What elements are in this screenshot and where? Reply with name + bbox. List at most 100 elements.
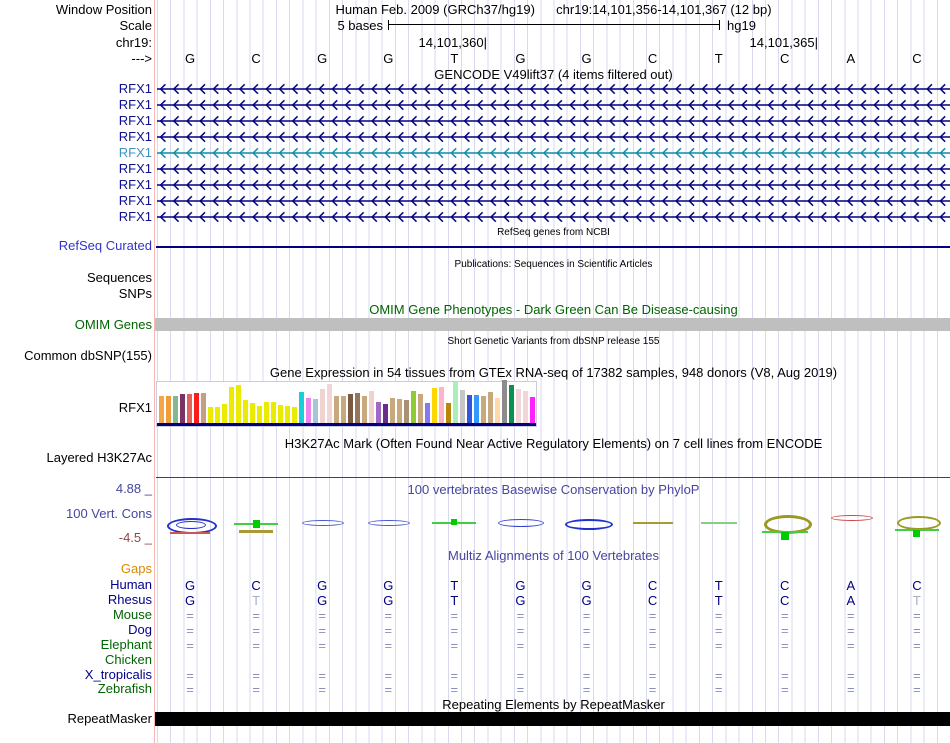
conservation-mark [451,519,458,525]
conservation-mark [252,520,260,528]
transcript-row[interactable] [157,177,950,193]
repeatmasker-label[interactable]: RepeatMasker [0,712,152,726]
base-letter: C [647,51,658,66]
conservation-mark [368,520,411,526]
window-position-label: Window Position [55,2,152,17]
alignment-cell: = [913,608,921,623]
repeatmasker-track-title: Repeating Elements by RepeatMasker [442,697,665,712]
transcript-label[interactable]: RFX1 [0,178,152,192]
refseq-gene-line[interactable] [156,246,950,248]
transcript-label[interactable]: RFX1 [0,130,152,144]
alignment-row[interactable] [157,653,950,668]
alignment-row[interactable]: = = = = = = = = = = = = [157,682,950,697]
transcript-line [157,145,950,161]
species-label[interactable]: Chicken [0,653,152,667]
alignment-cell [553,653,619,668]
alignment-cell: = [780,682,789,697]
alignment-row[interactable]: = = = = = = = = = = = = [157,638,950,653]
alignment-row[interactable]: = = = = = = = = = = = = [157,668,950,683]
species-label[interactable]: Dog [0,623,152,637]
alignment-cell: G [317,578,328,593]
alignment-cell: = [714,668,723,683]
chrom-label: chr19: [115,35,152,50]
gtex-tissue-bar [187,394,192,423]
transcript-label[interactable]: RFX1 [0,82,152,96]
alignment-cell [884,562,950,577]
refseq-curated-label[interactable]: RefSeq Curated [0,239,152,253]
omim-genes-bar[interactable] [155,318,950,331]
gtex-tissue-bar [208,407,213,423]
species-label[interactable]: Zebrafish [0,682,152,696]
alignment-cell: G [515,578,526,593]
gencode-transcripts[interactable]: RFX1 RFX1 RFX1 RFX1 RFX1 RFX1 RFX1 RFX1 RFX1 [0,81,950,227]
omim-genes-label[interactable]: OMIM Genes [0,318,152,332]
gtex-tissue-bar [173,396,178,423]
transcript-row[interactable] [157,145,950,161]
transcript-label[interactable]: RFX1 [0,210,152,224]
alignment-cell [421,653,487,668]
alignment-cell: = [648,668,657,683]
repeatmasker-bar[interactable] [155,712,950,726]
gtex-gene-label[interactable]: RFX1 [0,401,152,415]
transcript-row[interactable] [157,161,950,177]
alignment-row[interactable]: GCGGTGGCTCAC [157,578,950,593]
species-label[interactable]: Human [0,578,152,592]
alignment-cell: A [846,593,856,608]
alignment-cell: = [252,608,260,623]
transcript-row[interactable] [157,113,950,129]
species-label[interactable]: Gaps [0,562,152,576]
gtex-tissue-bar [285,406,290,423]
alignment-cell: = [252,623,260,638]
alignment-cell [686,653,752,668]
transcript-label[interactable]: RFX1 [0,194,152,208]
alignment-cell: = [318,682,326,697]
transcript-row[interactable] [157,129,950,145]
gtex-tissue-bar [495,398,500,423]
gtex-expression-plot[interactable] [156,380,537,427]
gtex-tissue-bar [250,403,255,423]
scale-label: Scale [119,18,152,33]
species-label[interactable]: X_tropicalis [0,668,152,682]
transcript-row[interactable] [157,97,950,113]
phylop-label[interactable]: 100 Vert. Cons [0,507,152,521]
gtex-tissue-bar [383,404,388,423]
alignment-cell: = [252,668,260,683]
species-label[interactable]: Mouse [0,608,152,622]
alignment-cell: = [648,623,657,638]
transcript-label[interactable]: RFX1 [0,114,152,128]
alignment-row[interactable]: = = = = = = = = = = = = [157,623,950,638]
alignment-cell: G [184,578,196,593]
gtex-tissue-bar [257,406,262,423]
alignment-row[interactable]: = = = = = = = = = = = = [157,608,950,623]
alignment-cell: = [648,638,657,653]
alignment-cell [487,562,553,577]
dbsnp-label[interactable]: Common dbSNP(155) [0,349,152,363]
alignment-cell [884,653,950,668]
alignment-cell: C [647,578,658,593]
gtex-tissue-bar [243,400,248,423]
dna-sequence-row[interactable]: GCGGTGGCTCAC [157,52,950,66]
publications-sequences-label[interactable]: Sequences [0,271,152,285]
transcript-row[interactable] [157,81,950,97]
transcript-row[interactable] [157,209,950,225]
assembly-title: Human Feb. 2009 (GRCh37/hg19) [335,2,535,17]
alignment-cell [355,653,421,668]
base-letter: C [251,51,261,66]
transcript-line [157,177,950,193]
species-label[interactable]: Rhesus [0,593,152,607]
alignment-cell: = [186,608,194,623]
transcript-label[interactable]: RFX1 [0,162,152,176]
transcript-label[interactable]: RFX1 [0,98,152,112]
alignment-cell [620,562,686,577]
alignment-row[interactable] [157,562,950,577]
alignment-cell: C [251,578,261,593]
alignment-cell: G [581,578,592,593]
strand-label: ---> [131,51,152,66]
transcript-label[interactable]: RFX1 [0,146,152,160]
publications-snps-label[interactable]: SNPs [0,287,152,301]
species-label[interactable]: Elephant [0,638,152,652]
phylop-conservation-glyphs[interactable] [157,512,950,546]
transcript-row[interactable] [157,193,950,209]
alignment-row[interactable]: GTGGTGGCTCAT [157,593,950,608]
h3k27ac-label[interactable]: Layered H3K27Ac [0,451,152,465]
